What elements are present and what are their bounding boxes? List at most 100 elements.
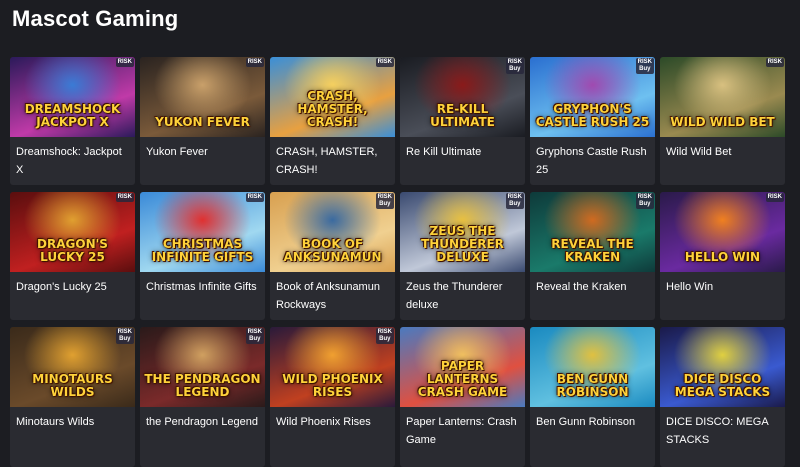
game-card[interactable]: Reveal the Kraken RISK Buy Reveal the Krake… bbox=[530, 192, 655, 320]
game-thumbnail[interactable]: Wild Phoenix Rises RISK Buy bbox=[270, 327, 395, 407]
game-title[interactable]: Wild Wild Bet bbox=[660, 137, 785, 161]
game-title[interactable]: Dreamshock: Jackpot X bbox=[10, 137, 135, 179]
risk-buy-badge: RISK Buy bbox=[375, 193, 394, 209]
game-title[interactable]: the Pendragon Legend bbox=[140, 407, 265, 431]
game-thumbnail[interactable]: Hello Win RISK bbox=[660, 192, 785, 272]
game-title[interactable]: Paper Lanterns: Crash Game bbox=[400, 407, 525, 449]
game-grid: Dreamshock Jackpot X RISK Dreamshock: Jack… bbox=[10, 57, 790, 467]
game-logo: Christmas Infinite Gifts bbox=[151, 237, 254, 264]
badge-label: RISK bbox=[247, 59, 262, 65]
game-title[interactable]: Re Kill Ultimate bbox=[400, 137, 525, 161]
risk-buy-badge: RISK Buy bbox=[635, 58, 654, 74]
badge-label: Buy bbox=[509, 66, 521, 72]
game-thumbnail[interactable]: Yukon Fever RISK bbox=[140, 57, 265, 137]
game-card[interactable]: Zeus the Thunderer Deluxe RISK Buy Zeus the… bbox=[400, 192, 525, 320]
game-title[interactable]: Zeus the Thunderer deluxe bbox=[400, 272, 525, 314]
game-card[interactable]: Christmas Infinite Gifts RISK Christmas In… bbox=[140, 192, 265, 320]
game-thumbnail[interactable]: Minotaurs Wilds RISK Buy bbox=[10, 327, 135, 407]
badge-label: Buy bbox=[509, 201, 521, 207]
game-card[interactable]: Minotaurs Wilds RISK Buy Minotaurs Wilds bbox=[10, 327, 135, 467]
game-title[interactable]: Ben Gunn Robinson bbox=[530, 407, 655, 431]
game-card[interactable]: Dragon's Lucky 25 RISK Dragon's Lucky 25 bbox=[10, 192, 135, 320]
game-thumbnail[interactable]: Book of Anksunamun RISK Buy bbox=[270, 192, 395, 272]
game-logo: Paper Lanterns Crash Game bbox=[417, 359, 508, 399]
risk-buy-badge: RISK bbox=[765, 58, 784, 67]
badge-label: RISK bbox=[117, 194, 132, 200]
game-thumbnail[interactable]: Dice Disco Mega Stacks bbox=[660, 327, 785, 407]
game-logo: Ben Gunn Robinson bbox=[556, 372, 629, 399]
game-thumbnail[interactable]: Wild Wild Bet RISK bbox=[660, 57, 785, 137]
badge-label: RISK bbox=[767, 194, 782, 200]
badge-label: RISK bbox=[637, 194, 652, 200]
badge-label: RISK bbox=[767, 59, 782, 65]
risk-buy-badge: RISK bbox=[765, 193, 784, 202]
game-thumbnail[interactable]: Dragon's Lucky 25 RISK bbox=[10, 192, 135, 272]
game-title[interactable]: Dragon's Lucky 25 bbox=[10, 272, 135, 296]
badge-label: Buy bbox=[379, 201, 391, 207]
game-card[interactable]: Gryphon's Castle Rush 25 RISK Buy Gryphons … bbox=[530, 57, 655, 185]
game-thumbnail[interactable]: Dreamshock Jackpot X RISK bbox=[10, 57, 135, 137]
badge-label: RISK bbox=[377, 194, 392, 200]
game-card[interactable]: Wild Wild Bet RISK Wild Wild Bet bbox=[660, 57, 785, 185]
badge-label: RISK bbox=[507, 59, 522, 65]
game-card[interactable]: Dice Disco Mega Stacks DICE DISCO: MEGA S… bbox=[660, 327, 785, 467]
badge-label: Buy bbox=[379, 336, 391, 342]
risk-buy-badge: RISK Buy bbox=[245, 328, 264, 344]
risk-buy-badge: RISK Buy bbox=[635, 193, 654, 209]
game-thumbnail[interactable]: Reveal the Kraken RISK Buy bbox=[530, 192, 655, 272]
badge-label: Buy bbox=[639, 201, 651, 207]
game-title[interactable]: Christmas Infinite Gifts bbox=[140, 272, 265, 296]
badge-label: Buy bbox=[119, 336, 131, 342]
game-thumbnail[interactable]: Christmas Infinite Gifts RISK bbox=[140, 192, 265, 272]
game-title[interactable]: Yukon Fever bbox=[140, 137, 265, 161]
badge-label: RISK bbox=[117, 329, 132, 335]
game-thumbnail[interactable]: The Pendragon Legend RISK Buy bbox=[140, 327, 265, 407]
game-thumbnail[interactable]: Gryphon's Castle Rush 25 RISK Buy bbox=[530, 57, 655, 137]
game-title[interactable]: Reveal the Kraken bbox=[530, 272, 655, 296]
badge-label: RISK bbox=[247, 194, 262, 200]
game-logo: Gryphon's Castle Rush 25 bbox=[535, 102, 650, 129]
game-card[interactable]: Book of Anksunamun RISK Buy Book of Anksuna… bbox=[270, 192, 395, 320]
game-logo: Minotaurs Wilds bbox=[32, 372, 113, 399]
game-logo: Wild Wild Bet bbox=[670, 115, 775, 129]
game-card[interactable]: Paper Lanterns Crash Game Paper Lanterns:… bbox=[400, 327, 525, 467]
game-card[interactable]: Hello Win RISK Hello Win bbox=[660, 192, 785, 320]
game-thumbnail[interactable]: Re-Kill Ultimate RISK Buy bbox=[400, 57, 525, 137]
game-card[interactable]: Wild Phoenix Rises RISK Buy Wild Phoenix Ri… bbox=[270, 327, 395, 467]
game-title[interactable]: DICE DISCO: MEGA STACKS bbox=[660, 407, 785, 449]
game-logo: Yukon Fever bbox=[155, 115, 250, 129]
badge-label: RISK bbox=[377, 329, 392, 335]
game-logo: Dice Disco Mega Stacks bbox=[674, 372, 771, 399]
game-logo: Dragon's Lucky 25 bbox=[37, 237, 108, 264]
badge-label: RISK bbox=[637, 59, 652, 65]
game-logo: Dreamshock Jackpot X bbox=[24, 102, 121, 129]
badge-label: Buy bbox=[249, 336, 261, 342]
game-card[interactable]: Re-Kill Ultimate RISK Buy Re Kill Ultimate bbox=[400, 57, 525, 185]
badge-label: RISK bbox=[507, 194, 522, 200]
game-title[interactable]: Book of Anksunamun Rockways bbox=[270, 272, 395, 314]
badge-label: RISK bbox=[117, 59, 132, 65]
risk-buy-badge: RISK Buy bbox=[505, 58, 524, 74]
risk-buy-badge: RISK bbox=[115, 58, 134, 67]
risk-buy-badge: RISK bbox=[245, 193, 264, 202]
game-thumbnail[interactable]: Zeus the Thunderer Deluxe RISK Buy bbox=[400, 192, 525, 272]
game-title[interactable]: Hello Win bbox=[660, 272, 785, 296]
game-card[interactable]: Ben Gunn Robinson Ben Gunn Robinson bbox=[530, 327, 655, 467]
game-card[interactable]: Yukon Fever RISK Yukon Fever bbox=[140, 57, 265, 185]
game-card[interactable]: Crash, Hamster, Crash! RISK CRASH, HAMSTER… bbox=[270, 57, 395, 185]
game-logo: The Pendragon Legend bbox=[144, 372, 261, 399]
game-title[interactable]: Gryphons Castle Rush 25 bbox=[530, 137, 655, 179]
game-logo: Hello Win bbox=[684, 250, 761, 264]
game-thumbnail[interactable]: Crash, Hamster, Crash! RISK bbox=[270, 57, 395, 137]
game-title[interactable]: Wild Phoenix Rises bbox=[270, 407, 395, 431]
game-card[interactable]: Dreamshock Jackpot X RISK Dreamshock: Jack… bbox=[10, 57, 135, 185]
game-thumbnail[interactable]: Ben Gunn Robinson bbox=[530, 327, 655, 407]
game-title[interactable]: Minotaurs Wilds bbox=[10, 407, 135, 431]
game-title[interactable]: CRASH, HAMSTER, CRASH! bbox=[270, 137, 395, 179]
game-logo: Re-Kill Ultimate bbox=[430, 102, 495, 129]
game-thumbnail[interactable]: Paper Lanterns Crash Game bbox=[400, 327, 525, 407]
badge-label: RISK bbox=[377, 59, 392, 65]
risk-buy-badge: RISK Buy bbox=[375, 328, 394, 344]
risk-buy-badge: RISK bbox=[115, 193, 134, 202]
game-card[interactable]: The Pendragon Legend RISK Buy the Pendragon… bbox=[140, 327, 265, 467]
